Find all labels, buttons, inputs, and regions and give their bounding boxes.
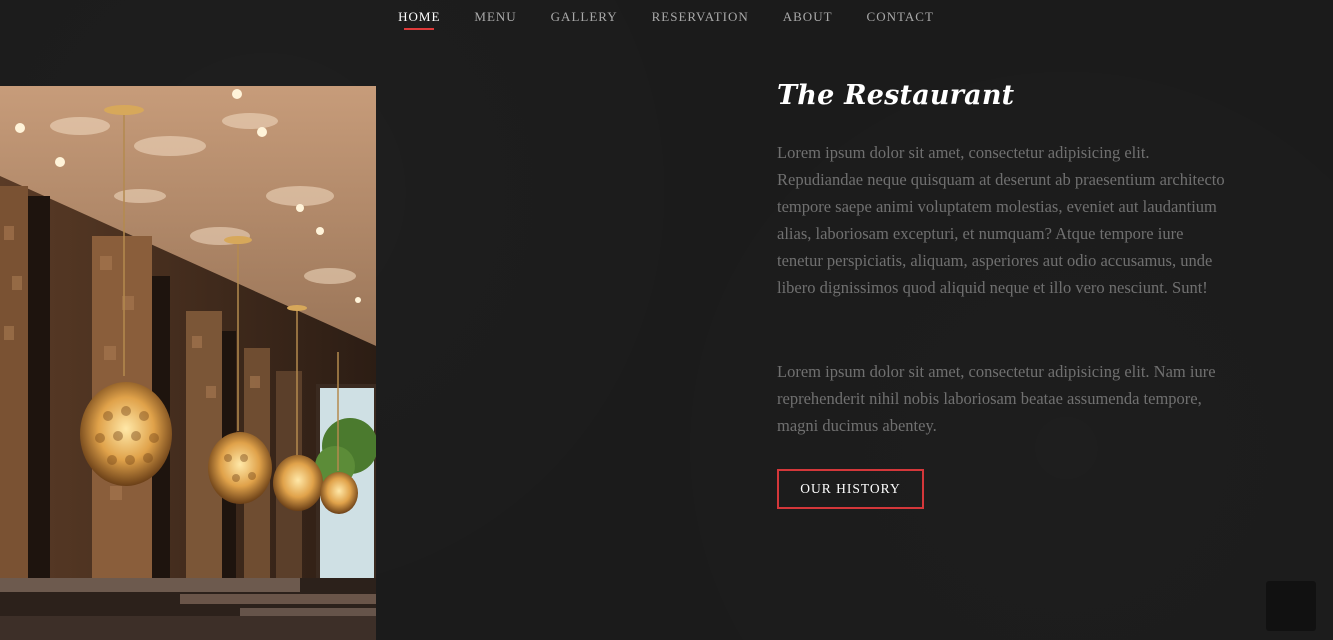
nav-item-reservation[interactable]: RESERVATION	[635, 0, 766, 36]
restaurant-interior-photo	[0, 86, 376, 640]
our-history-button[interactable]: OUR HISTORY	[777, 469, 924, 509]
about-paragraph-1: Lorem ipsum dolor sit amet, consectetur …	[777, 143, 1225, 297]
section-title: The Restaurant	[777, 80, 1015, 111]
nav-item-gallery[interactable]: GALLERY	[534, 0, 635, 36]
nav-item-home[interactable]: HOME	[381, 0, 457, 36]
nav-item-menu[interactable]: MENU	[457, 0, 533, 36]
back-to-top-button[interactable]	[1266, 581, 1316, 631]
about-paragraph-2: Lorem ipsum dolor sit amet, consectetur …	[777, 362, 1216, 435]
nav-list: HOME MENU GALLERY RESERVATION ABOUT CONT…	[381, 0, 951, 36]
nav-item-about[interactable]: ABOUT	[766, 0, 850, 36]
restaurant-interior-illustration	[0, 86, 376, 640]
nav-item-contact[interactable]: CONTACT	[850, 0, 951, 36]
main-nav: HOME MENU GALLERY RESERVATION ABOUT CONT…	[0, 0, 1333, 36]
